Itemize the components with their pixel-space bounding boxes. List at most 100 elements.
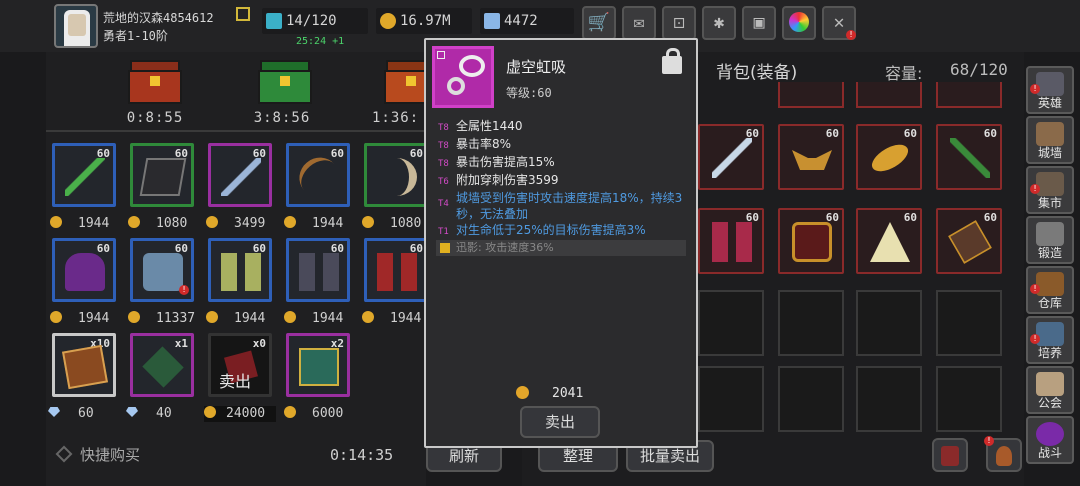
bag-item-hat[interactable]: 60 bbox=[856, 208, 922, 274]
shop-refresh-timer: 0:14:35 bbox=[330, 446, 394, 464]
bag-slot-empty[interactable] bbox=[936, 290, 1002, 356]
side-menu-train[interactable]: 培养! bbox=[1026, 316, 1074, 364]
bag-item-partial[interactable] bbox=[778, 82, 844, 108]
anvil-icon bbox=[1036, 222, 1064, 246]
gold-counter: 16.97M bbox=[376, 8, 472, 34]
bag-item-partial[interactable] bbox=[856, 82, 922, 108]
capacity-label: 容量: bbox=[885, 64, 923, 83]
mail-icon[interactable]: ✉ bbox=[622, 6, 656, 40]
shop-item-rune[interactable]: x1 bbox=[130, 333, 194, 397]
bag-slot-empty[interactable] bbox=[778, 290, 844, 356]
chest-green[interactable] bbox=[254, 56, 316, 106]
bag-item-partial[interactable] bbox=[936, 82, 1002, 108]
notification-badge: ! bbox=[984, 436, 994, 446]
shop-item-hood[interactable]: 60 bbox=[52, 238, 116, 302]
bag-item-gauntlet[interactable]: 60 bbox=[936, 208, 1002, 274]
side-menu-guild[interactable]: 公会 bbox=[1026, 366, 1074, 414]
side-menu-warehouse[interactable]: 仓库! bbox=[1026, 266, 1074, 314]
item-price: 1944 bbox=[206, 311, 265, 327]
bag-item-wings[interactable]: 60 bbox=[778, 124, 844, 190]
gem-icon bbox=[484, 13, 500, 29]
gold-coin-icon bbox=[284, 406, 296, 418]
chest-timer: 3:8:56 bbox=[253, 110, 311, 126]
gem-counter: 4472 bbox=[480, 8, 574, 34]
item-level: 60 bbox=[825, 127, 839, 140]
bag-slot-empty[interactable] bbox=[856, 290, 922, 356]
settings-gear-icon[interactable]: ✱ bbox=[702, 6, 736, 40]
player-avatar[interactable] bbox=[54, 4, 98, 48]
item-price: 1944 bbox=[50, 216, 109, 232]
color-wheel-icon[interactable] bbox=[782, 6, 816, 40]
shop-item-boots[interactable]: 60 bbox=[364, 238, 426, 302]
notification-badge: ! bbox=[1030, 184, 1040, 194]
broom-icon[interactable]: ✕! bbox=[822, 6, 856, 40]
player-name: 荒地的汉森4854612 bbox=[103, 11, 214, 25]
side-menu-forge[interactable]: 锻造 bbox=[1026, 216, 1074, 264]
bag-item-sword[interactable]: 60 bbox=[698, 124, 764, 190]
bag-item-staff[interactable]: 60 bbox=[936, 124, 1002, 190]
shop-item-skill-book[interactable]: x10 bbox=[52, 333, 116, 397]
notification-badge: ! bbox=[179, 285, 189, 295]
item-price: 1080 bbox=[128, 216, 187, 232]
edit-icon[interactable] bbox=[236, 7, 250, 21]
quick-buy-toggle[interactable]: 快捷购买 bbox=[55, 444, 141, 465]
shop-item-chestplate[interactable]: 60! bbox=[130, 238, 194, 302]
gem-icon bbox=[48, 407, 60, 417]
potion-filter-icon[interactable]: ! bbox=[984, 436, 1022, 472]
gamepad-icon[interactable]: ⚀ bbox=[662, 6, 696, 40]
shop-item-greaves[interactable]: 60 bbox=[286, 238, 350, 302]
checkbox-diamond-icon bbox=[55, 445, 73, 463]
armor-filter-icon[interactable] bbox=[932, 438, 968, 472]
warehouse-icon bbox=[1036, 272, 1064, 296]
shop-item-dagger[interactable]: 60 bbox=[208, 143, 272, 207]
shop-item-staff[interactable]: 60 bbox=[52, 143, 116, 207]
shop-cart-icon[interactable]: 🛒 bbox=[582, 6, 616, 40]
side-menu-hero[interactable]: 英雄! bbox=[1026, 66, 1074, 114]
bag-slot-empty[interactable] bbox=[778, 366, 844, 432]
bag-item-armor[interactable]: 60 bbox=[778, 208, 844, 274]
bag-slot-empty[interactable] bbox=[856, 366, 922, 432]
side-menu-battle[interactable]: 战斗 bbox=[1026, 416, 1074, 464]
shop-item-bow[interactable]: 60 bbox=[286, 143, 350, 207]
notification-badge: ! bbox=[1030, 284, 1040, 294]
wall-icon bbox=[1036, 122, 1064, 146]
gold-coin-icon bbox=[206, 216, 218, 228]
helmet-icon bbox=[1036, 72, 1064, 96]
bag-item-leggings[interactable]: 60 bbox=[698, 208, 764, 274]
sell-button[interactable]: 卖出 bbox=[520, 406, 600, 438]
item-count: x0 bbox=[252, 337, 266, 350]
lock-icon[interactable] bbox=[662, 48, 682, 74]
gold-coin-icon bbox=[380, 13, 396, 29]
gift-icon[interactable]: ▣ bbox=[742, 6, 776, 40]
item-price: 1080 bbox=[362, 216, 421, 232]
shop-item-gloves[interactable]: 60 bbox=[208, 238, 272, 302]
item-icon-void-siphon bbox=[432, 46, 494, 108]
item-price: 1944 bbox=[362, 311, 421, 327]
shop-item-chest[interactable]: x2 bbox=[286, 333, 350, 397]
shop-item-sold[interactable]: x0 卖出 bbox=[208, 333, 272, 397]
item-level: 60 bbox=[409, 147, 423, 160]
side-menu-market[interactable]: 集市! bbox=[1026, 166, 1074, 214]
bag-slot-empty[interactable] bbox=[698, 290, 764, 356]
notification-badge: ! bbox=[1030, 84, 1040, 94]
market-stall-icon bbox=[1036, 172, 1064, 196]
energy-timer: 25:24 +1 bbox=[296, 36, 345, 47]
side-menu-wall[interactable]: 城墙 bbox=[1026, 116, 1074, 164]
stat-line-special: T1 对生命低于25%的目标伤害提高3% bbox=[438, 223, 646, 237]
chest-red[interactable] bbox=[124, 56, 186, 106]
item-level: 60 bbox=[96, 242, 110, 255]
shop-item-blade[interactable]: 60 bbox=[364, 143, 426, 207]
bag-slot-empty[interactable] bbox=[936, 366, 1002, 432]
stat-line: T8 暴击伤害提高15% bbox=[438, 155, 555, 169]
item-price: 6000 bbox=[284, 406, 343, 422]
stat-line: T8 暴击率8% bbox=[438, 137, 512, 151]
capacity-value: 68/120 bbox=[950, 60, 1008, 79]
quick-buy-label: 快捷购买 bbox=[80, 446, 141, 464]
gold-coin-icon bbox=[128, 311, 140, 323]
item-price: 60 bbox=[48, 406, 94, 422]
bag-item-shield[interactable]: 60 bbox=[856, 124, 922, 190]
shop-item-book[interactable]: 60 bbox=[130, 143, 194, 207]
bag-slot-empty[interactable] bbox=[698, 366, 764, 432]
item-price: 24000 bbox=[204, 406, 276, 422]
gold-coin-icon bbox=[362, 311, 374, 323]
